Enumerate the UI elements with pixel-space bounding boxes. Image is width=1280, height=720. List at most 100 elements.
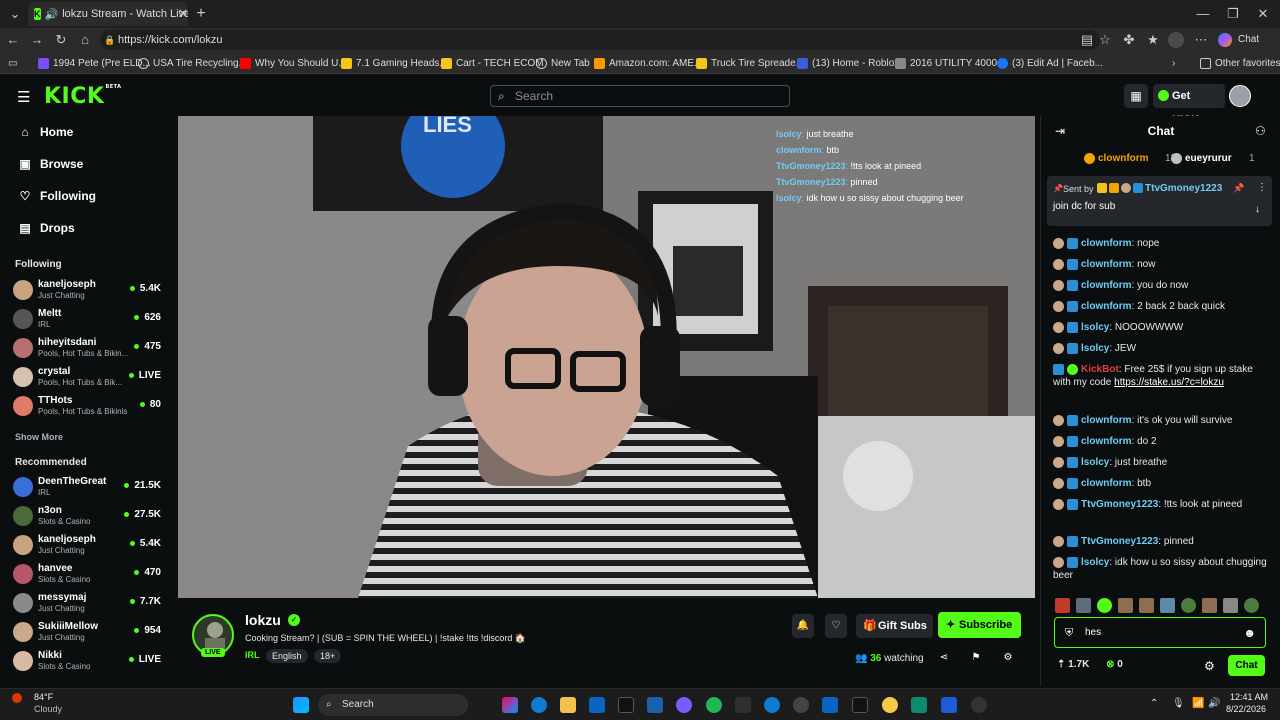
copilot-icon[interactable] xyxy=(1218,33,1232,47)
copilot-label[interactable]: Chat xyxy=(1238,34,1259,45)
subscribe-button[interactable]: ✦ Subscribe xyxy=(938,612,1021,638)
chat-message[interactable]: TtvGmoney1223: !tts look at pineed xyxy=(1053,498,1271,511)
report-icon[interactable]: ⚑ xyxy=(969,651,983,665)
notification-bell-icon[interactable]: 🔔 xyxy=(792,614,814,638)
store-icon[interactable] xyxy=(589,697,605,713)
emoji-picker-icon[interactable]: ☻ xyxy=(1243,626,1256,640)
chat-message[interactable]: clownform: 2 back 2 back quick xyxy=(1053,300,1271,313)
clock-date[interactable]: 8/22/2026 xyxy=(1226,704,1266,714)
chat-username[interactable]: clownform xyxy=(1081,436,1132,447)
search-input[interactable]: ⌕ Search xyxy=(490,85,790,107)
theater-mode-icon[interactable]: ▦ xyxy=(1124,84,1148,108)
chat-username[interactable]: clownform xyxy=(1081,259,1132,270)
tag-language[interactable]: English xyxy=(266,649,308,663)
weather-desc[interactable]: Cloudy xyxy=(34,704,62,714)
reload-icon[interactable]: ↻ xyxy=(52,32,70,48)
bookmark-item[interactable]: Cart - TECH ECOM xyxy=(441,55,544,71)
tiktok-icon[interactable] xyxy=(852,697,868,713)
volume-icon[interactable]: 🔊 xyxy=(1208,698,1220,709)
other-favorites[interactable]: Other favorites xyxy=(1200,55,1280,71)
recommended-channel[interactable]: messymaj Just Chatting 7.7K xyxy=(13,591,165,617)
minimize-icon[interactable]: — xyxy=(1188,4,1218,24)
chat-message[interactable]: lsolcy: just breathe xyxy=(1053,456,1271,469)
reader-icon[interactable]: ▤ xyxy=(1078,32,1096,48)
kick-logo[interactable]: KICKBETA xyxy=(44,84,122,109)
bookmark-item[interactable]: 1994 Pete (Pre ELD... xyxy=(38,55,151,71)
sidebar-item-drops[interactable]: ▤ Drops xyxy=(18,217,74,239)
bookmark-item[interactable]: Amazon.com: AME... xyxy=(594,55,702,71)
more-options-icon[interactable]: ⋯ xyxy=(1192,32,1210,48)
profile-avatar[interactable] xyxy=(1168,32,1184,48)
recommended-channel[interactable]: SukiiiMellow Just Chatting 954 xyxy=(13,620,165,646)
pinned-message[interactable]: 📌 Sent by TtvGmoney1223 📌 ⋮ join dc for … xyxy=(1047,176,1272,226)
bookmark-item[interactable]: 2016 UTILITY 4000... xyxy=(895,55,1005,71)
chat-link[interactable]: https://stake.us/?c=lokzu xyxy=(1114,377,1224,388)
tray-chevron-icon[interactable]: ⌃ xyxy=(1150,698,1158,709)
get-kicks-button[interactable]: Get KICKs xyxy=(1153,84,1225,126)
close-window-icon[interactable]: ✕ xyxy=(1248,4,1278,24)
back-icon[interactable]: ← xyxy=(4,32,22,48)
edge-icon[interactable] xyxy=(531,697,547,713)
bookmark-item[interactable]: Why You Should U... xyxy=(240,55,347,71)
chat-message[interactable]: clownform: do 2 xyxy=(1053,435,1271,448)
emote-icon[interactable] xyxy=(1202,598,1217,613)
send-chat-button[interactable]: Chat xyxy=(1228,655,1265,676)
windows-start-icon[interactable] xyxy=(293,697,309,713)
user-avatar[interactable] xyxy=(1229,85,1251,107)
app-icon[interactable] xyxy=(822,697,838,713)
chat-username[interactable]: TtvGmoney1223 xyxy=(1081,536,1158,547)
sidebar-item-home[interactable]: ⌂ Home xyxy=(18,121,73,143)
chat-username[interactable]: clownform xyxy=(1081,280,1132,291)
chat-username[interactable]: lsolcy xyxy=(1081,457,1109,468)
weather-temp[interactable]: 84°F xyxy=(34,692,53,702)
chat-message[interactable]: clownform: nope xyxy=(1053,237,1271,250)
bookmark-item[interactable]: New Tab xyxy=(536,55,590,71)
emote-icon[interactable] xyxy=(1181,598,1196,613)
chat-username[interactable]: clownform xyxy=(1081,301,1132,312)
chat-settings-icon[interactable]: ⚙ xyxy=(1204,659,1215,673)
recommended-channel[interactable]: DeenTheGreat IRL 21.5K xyxy=(13,475,165,501)
chat-message[interactable]: lsolcy: JEW xyxy=(1053,342,1271,355)
pinned-more-icon[interactable]: ⋮ xyxy=(1257,182,1267,193)
chat-username[interactable]: lsolcy xyxy=(1081,557,1109,568)
chevron-right-icon[interactable]: › xyxy=(1172,55,1175,71)
microphone-icon[interactable]: 🎙 xyxy=(1172,698,1185,709)
arrow-down-icon[interactable]: ↓ xyxy=(1255,204,1260,215)
home-browser-icon[interactable]: ⌂ xyxy=(76,32,94,48)
emote-icon[interactable] xyxy=(1097,598,1112,613)
tag-age[interactable]: 18+ xyxy=(314,649,342,663)
mod-tools-icon[interactable]: ⚙ xyxy=(1001,651,1015,665)
browser-tab[interactable]: K 🔊 lokzu Stream - Watch Live on xyxy=(28,2,188,26)
new-tab-button[interactable]: + xyxy=(186,4,216,24)
chat-username[interactable]: lsolcy xyxy=(1081,322,1109,333)
forward-icon[interactable]: → xyxy=(28,32,46,48)
recommended-channel[interactable]: hanvee Slots & Casino 470 xyxy=(13,562,165,588)
chat-message[interactable]: clownform: it's ok you will survive xyxy=(1053,414,1271,427)
followed-channel[interactable]: hiheyitsdani Pools, Hot Tubs & Bikin... 47… xyxy=(13,336,165,362)
chat-identity-icon[interactable]: ⛨ xyxy=(1065,627,1073,640)
emote-icon[interactable] xyxy=(1244,598,1259,613)
channel-name[interactable]: lokzu xyxy=(245,612,281,628)
chat-message[interactable]: lsolcy: NOOOWWWW xyxy=(1053,321,1271,334)
stream-category[interactable]: IRL xyxy=(245,650,260,660)
favorites-icon[interactable]: ★ xyxy=(1144,32,1162,48)
app-icon[interactable] xyxy=(941,697,957,713)
hamburger-menu-icon[interactable]: ☰ xyxy=(17,88,30,106)
chat-username[interactable]: clownform xyxy=(1081,238,1132,249)
spotify-icon[interactable] xyxy=(706,697,722,713)
emote-icon[interactable] xyxy=(1139,598,1154,613)
recommended-channel[interactable]: Nikki Slots & Casino LIVE xyxy=(13,649,165,675)
chat-message[interactable]: clownform: now xyxy=(1053,258,1271,271)
followed-channel[interactable]: kaneljoseph Just Chatting 5.4K xyxy=(13,278,165,304)
chat-message[interactable]: KickBot: Free 25$ if you sign up stake w… xyxy=(1053,363,1271,389)
bookmark-item[interactable]: 7.1 Gaming Heads... xyxy=(341,55,448,71)
app-icon[interactable] xyxy=(882,697,898,713)
speaker-icon[interactable]: 🔊 xyxy=(45,8,59,21)
taskbar-search[interactable]: ⌕ Search xyxy=(318,694,468,716)
share-icon[interactable]: ⋖ xyxy=(937,651,951,665)
follow-heart-icon[interactable]: ♡ xyxy=(825,614,847,638)
chat-username[interactable]: KickBot xyxy=(1081,364,1119,375)
video-player[interactable]: LIES lsolcy: just breathe clownform: btb… xyxy=(178,116,1035,598)
reading-list-icon[interactable]: ▭ xyxy=(8,55,17,71)
chrome-icon[interactable] xyxy=(793,697,809,713)
